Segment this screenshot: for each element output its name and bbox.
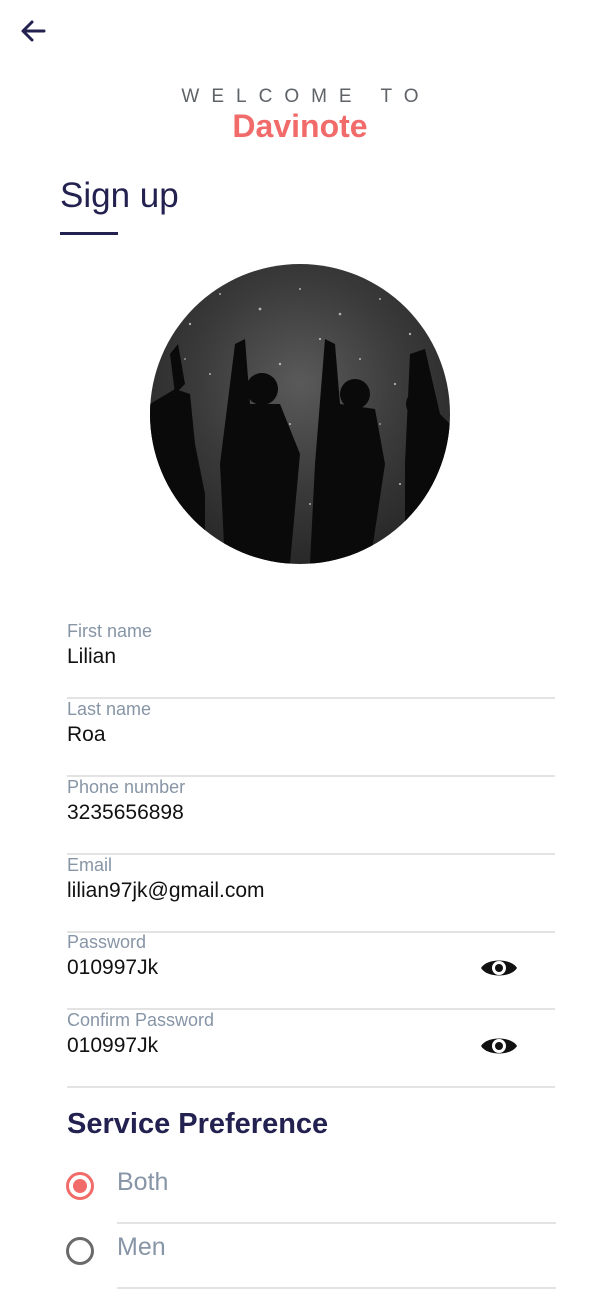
avatar-photo [150,288,450,564]
radio-option-men[interactable]: Men [66,1225,556,1289]
password-value[interactable]: 010997Jk [67,956,158,980]
password-field[interactable]: Password 010997Jk [67,932,555,1010]
phone-number-label: Phone number [67,777,186,797]
email-value[interactable]: lilian97jk@gmail.com [67,879,265,903]
divider [117,1287,556,1289]
radio-label-men[interactable]: Men [117,1233,166,1262]
confirm-password-field[interactable]: Confirm Password 010997Jk [67,1010,555,1088]
divider [117,1222,556,1224]
first-name-label: First name [67,621,153,641]
eye-icon[interactable] [479,1032,519,1060]
confirm-password-label: Confirm Password [67,1010,215,1030]
confirm-password-value[interactable]: 010997Jk [67,1034,158,1058]
welcome-text: WELCOME TO [181,86,431,107]
arrow-left-icon [19,17,47,50]
radio-checked-icon[interactable] [66,1172,94,1200]
page-title: Sign up [60,176,179,215]
email-label: Email [67,855,113,875]
radio-option-both[interactable]: Both [66,1160,556,1224]
title-underline [60,232,118,235]
last-name-value[interactable]: Roa [67,723,106,747]
phone-number-field[interactable]: Phone number 3235656898 [67,777,555,855]
email-field[interactable]: Email lilian97jk@gmail.com [67,855,555,933]
first-name-field[interactable]: First name Lilian [67,621,555,699]
password-label: Password [67,932,147,952]
service-preference-title: Service Preference [67,1108,329,1140]
last-name-label: Last name [67,699,152,719]
radio-label-both[interactable]: Both [117,1168,168,1197]
signup-screen: WELCOME TO Davinote Sign up First name L… [0,0,600,1303]
last-name-field[interactable]: Last name Roa [67,699,555,777]
avatar[interactable] [150,264,450,564]
phone-number-value[interactable]: 3235656898 [67,801,184,825]
back-button[interactable] [16,16,50,50]
radio-unchecked-icon[interactable] [66,1237,94,1265]
brand-name: Davinote [232,108,368,144]
first-name-value[interactable]: Lilian [67,645,116,669]
eye-icon[interactable] [479,954,519,982]
